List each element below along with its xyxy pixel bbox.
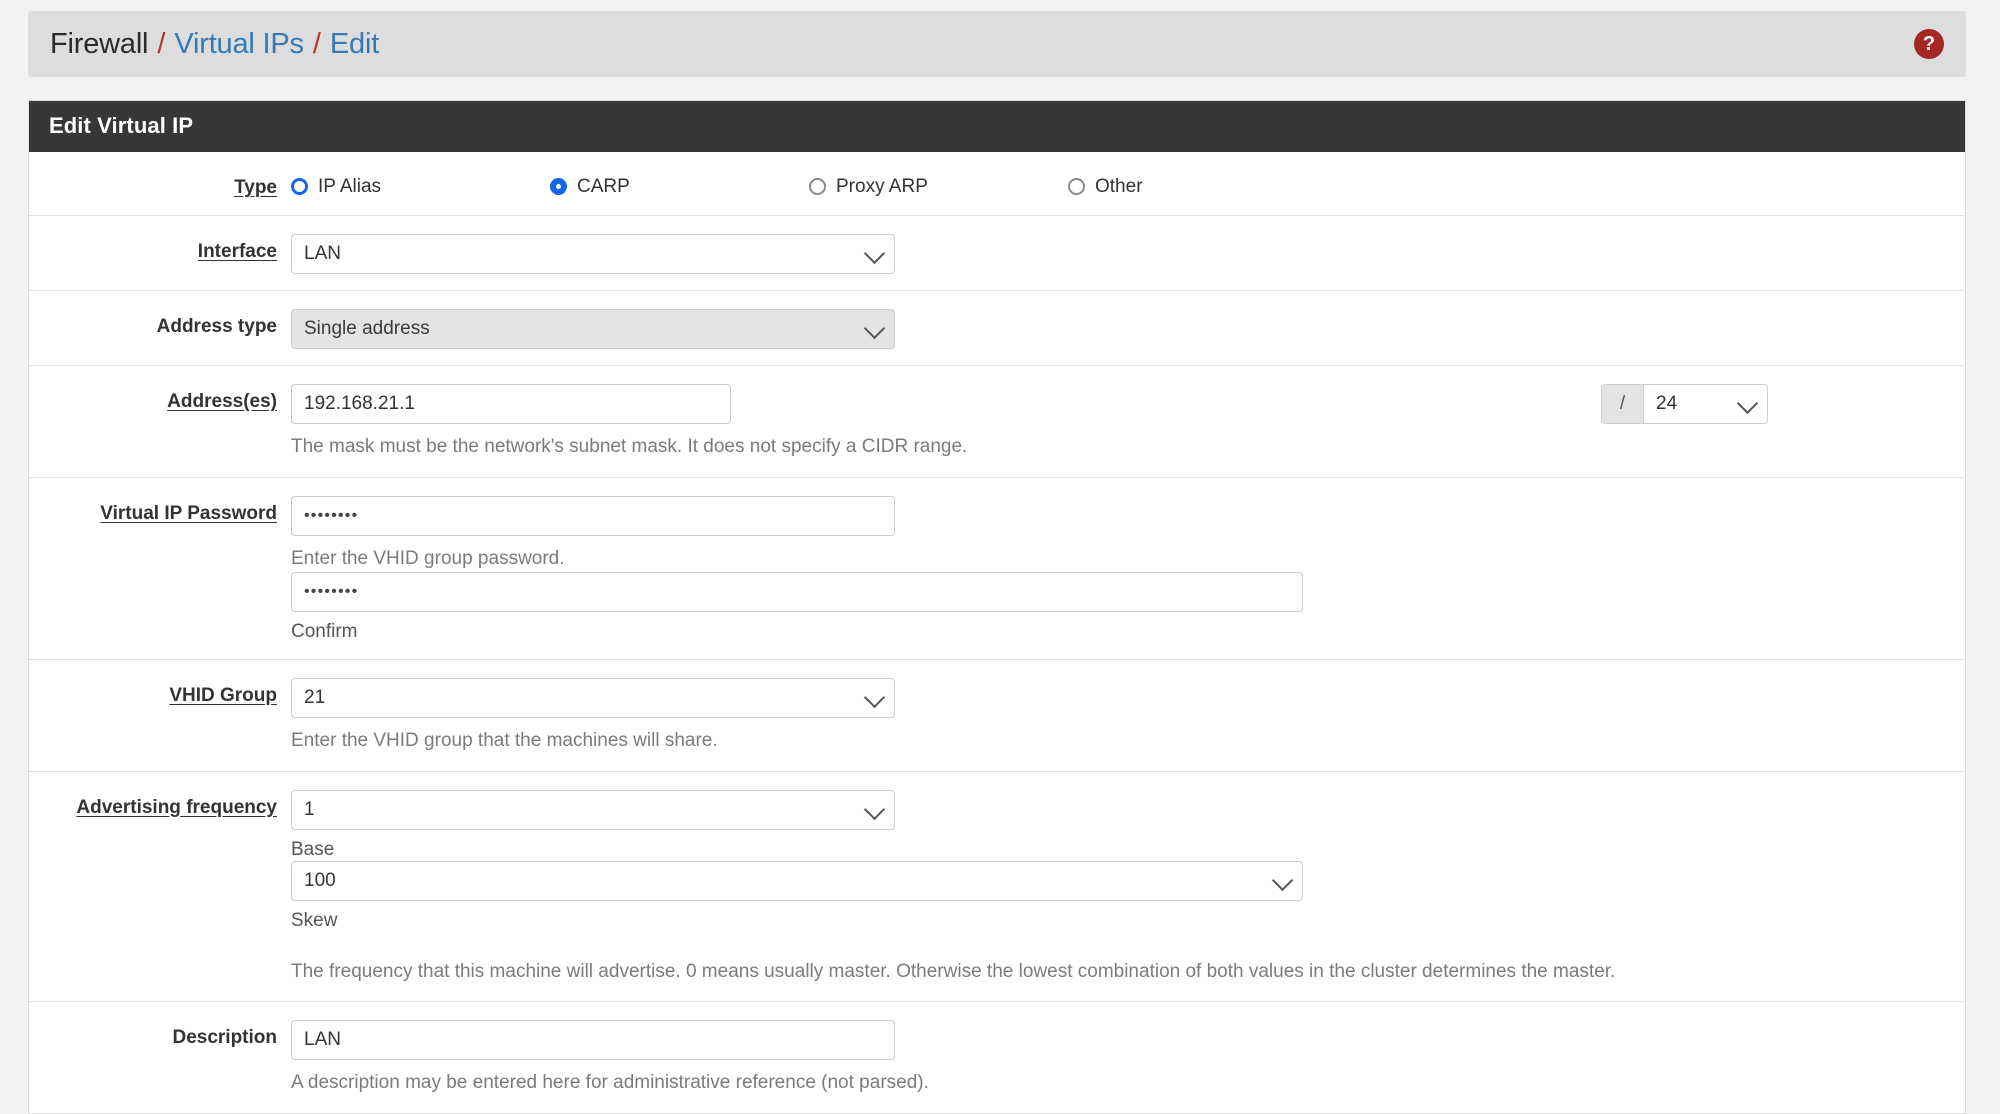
- radio-other-icon[interactable]: [1068, 178, 1085, 195]
- vip-password-confirm-group: •••••••• Confirm: [291, 572, 1303, 643]
- advertising-frequency-field-cell: 1 Base 100 Skew The frequency that this …: [291, 789, 1965, 986]
- vhid-group-select[interactable]: 21: [291, 678, 895, 719]
- advertising-skew-group: 100 Skew: [291, 860, 1303, 932]
- description-label-cell: Description: [29, 1020, 291, 1097]
- vhid-group-field-cell: 21 Enter the VHID group that the machine…: [291, 678, 1965, 755]
- description-field-cell: LAN A description may be entered here fo…: [291, 1020, 1965, 1097]
- description-label: Description: [172, 1027, 277, 1049]
- vip-password-confirm-value: ••••••••: [304, 583, 359, 601]
- cidr-select-value: 24: [1656, 393, 1678, 414]
- form-row-addresses: Address(es) 192.168.21.1 / 24 The mask m…: [29, 366, 1965, 478]
- vip-password-value: ••••••••: [304, 506, 359, 524]
- advertising-skew-label: Skew: [291, 909, 338, 931]
- radio-other[interactable]: Other: [1068, 176, 1327, 198]
- address-input-value: 192.168.21.1: [304, 393, 415, 414]
- form-row-type: Type IP Alias CARP Proxy ARP Other: [29, 152, 1965, 216]
- radio-proxy-arp[interactable]: Proxy ARP: [809, 176, 1068, 198]
- description-input[interactable]: LAN: [291, 1020, 895, 1061]
- type-label: Type: [234, 177, 277, 198]
- chevron-down-icon: [863, 686, 886, 709]
- description-help-text: A description may be entered here for ad…: [291, 1072, 929, 1094]
- form-row-description: Description LAN A description may be ent…: [29, 1002, 1965, 1113]
- addresses-label: Address(es): [167, 391, 277, 412]
- vhid-group-label-cell: VHID Group: [29, 678, 291, 755]
- advertising-frequency-label-cell: Advertising frequency: [29, 790, 291, 986]
- advertising-skew-value: 100: [304, 869, 336, 891]
- address-type-field-cell: Single address: [291, 309, 1965, 349]
- radio-ip-alias-label: IP Alias: [318, 175, 382, 197]
- radio-other-label: Other: [1095, 175, 1143, 197]
- advertising-base-group: 1 Base: [291, 789, 895, 861]
- vhid-group-help-text: Enter the VHID group that the machines w…: [291, 730, 718, 752]
- cidr-prefix-addon: /: [1601, 384, 1643, 424]
- vip-password-label: Virtual IP Password: [100, 502, 277, 524]
- breadcrumb-item-edit[interactable]: Edit: [330, 28, 379, 61]
- chevron-down-icon: [863, 798, 886, 820]
- interface-label-cell: Interface: [29, 234, 291, 274]
- vip-password-confirm-label: Confirm: [291, 621, 358, 643]
- form-row-vip-password: Virtual IP Password •••••••• Enter the V…: [29, 478, 1965, 661]
- advertising-frequency-label: Advertising frequency: [76, 796, 277, 818]
- radio-carp-icon[interactable]: [550, 178, 567, 195]
- chevron-down-icon: [863, 242, 886, 265]
- radio-carp[interactable]: CARP: [550, 176, 809, 198]
- breadcrumb-separator: /: [312, 27, 321, 60]
- vip-password-help-text: Enter the VHID group password.: [291, 547, 565, 569]
- vhid-group-select-value: 21: [304, 687, 326, 709]
- advertising-base-value: 1: [304, 798, 315, 820]
- address-type-select[interactable]: Single address: [291, 309, 895, 349]
- interface-label: Interface: [197, 241, 277, 262]
- advertising-base-select[interactable]: 1: [291, 789, 895, 830]
- breadcrumb-item-firewall: Firewall: [50, 27, 149, 60]
- address-input[interactable]: 192.168.21.1: [291, 384, 731, 424]
- addresses-label-cell: Address(es): [29, 384, 291, 461]
- form-row-advertising-frequency: Advertising frequency 1 Base 100 Skew Th…: [29, 772, 1965, 1003]
- interface-select-value: LAN: [304, 243, 341, 264]
- vip-password-group: •••••••• Enter the VHID group password.: [291, 495, 895, 573]
- address-type-select-value: Single address: [304, 318, 430, 339]
- chevron-down-icon: [1736, 392, 1759, 415]
- breadcrumb-separator: /: [157, 27, 166, 60]
- form-row-interface: Interface LAN: [29, 216, 1965, 291]
- breadcrumb-item-virtual-ips[interactable]: Virtual IPs: [174, 28, 304, 61]
- edit-virtual-ip-panel: Edit Virtual IP Type IP Alias CARP Proxy…: [28, 100, 1966, 1114]
- chevron-down-icon: [863, 317, 886, 340]
- type-options: IP Alias CARP Proxy ARP Other: [291, 170, 1965, 199]
- form-row-vhid-group: VHID Group 21 Enter the VHID group that …: [29, 660, 1965, 772]
- advertising-skew-select[interactable]: 100: [291, 860, 1303, 901]
- address-type-label-cell: Address type: [29, 309, 291, 349]
- breadcrumb-bar: Firewall / Virtual IPs / Edit ?: [28, 11, 1966, 77]
- radio-ip-alias-icon[interactable]: [291, 178, 308, 195]
- type-label-cell: Type: [29, 170, 291, 199]
- advertising-frequency-help-text: The frequency that this machine will adv…: [291, 960, 1616, 982]
- cidr-select[interactable]: 24: [1643, 384, 1768, 424]
- vip-password-input[interactable]: ••••••••: [291, 495, 895, 536]
- radio-proxy-arp-icon[interactable]: [809, 178, 826, 195]
- interface-select[interactable]: LAN: [291, 234, 895, 274]
- form-row-address-type: Address type Single address: [29, 291, 1965, 366]
- addresses-field-cell: 192.168.21.1 / 24 The mask must be the n…: [291, 384, 1965, 461]
- description-input-value: LAN: [304, 1029, 341, 1051]
- advertising-base-label: Base: [291, 838, 335, 860]
- vip-password-field-cell: •••••••• Enter the VHID group password. …: [291, 495, 1965, 644]
- radio-proxy-arp-label: Proxy ARP: [836, 175, 928, 197]
- vhid-group-label: VHID Group: [169, 685, 277, 707]
- help-icon[interactable]: ?: [1914, 29, 1944, 59]
- chevron-down-icon: [1271, 869, 1294, 891]
- radio-carp-label: CARP: [577, 175, 630, 197]
- vip-password-confirm-input[interactable]: ••••••••: [291, 572, 1303, 613]
- addresses-help-text: The mask must be the network's subnet ma…: [291, 436, 968, 457]
- address-type-label: Address type: [156, 316, 277, 337]
- vip-password-label-cell: Virtual IP Password: [29, 496, 291, 644]
- cidr-input-group: / 24: [1601, 384, 1768, 424]
- radio-ip-alias[interactable]: IP Alias: [291, 176, 550, 198]
- panel-title: Edit Virtual IP: [29, 101, 1965, 152]
- interface-field-cell: LAN: [291, 234, 1965, 274]
